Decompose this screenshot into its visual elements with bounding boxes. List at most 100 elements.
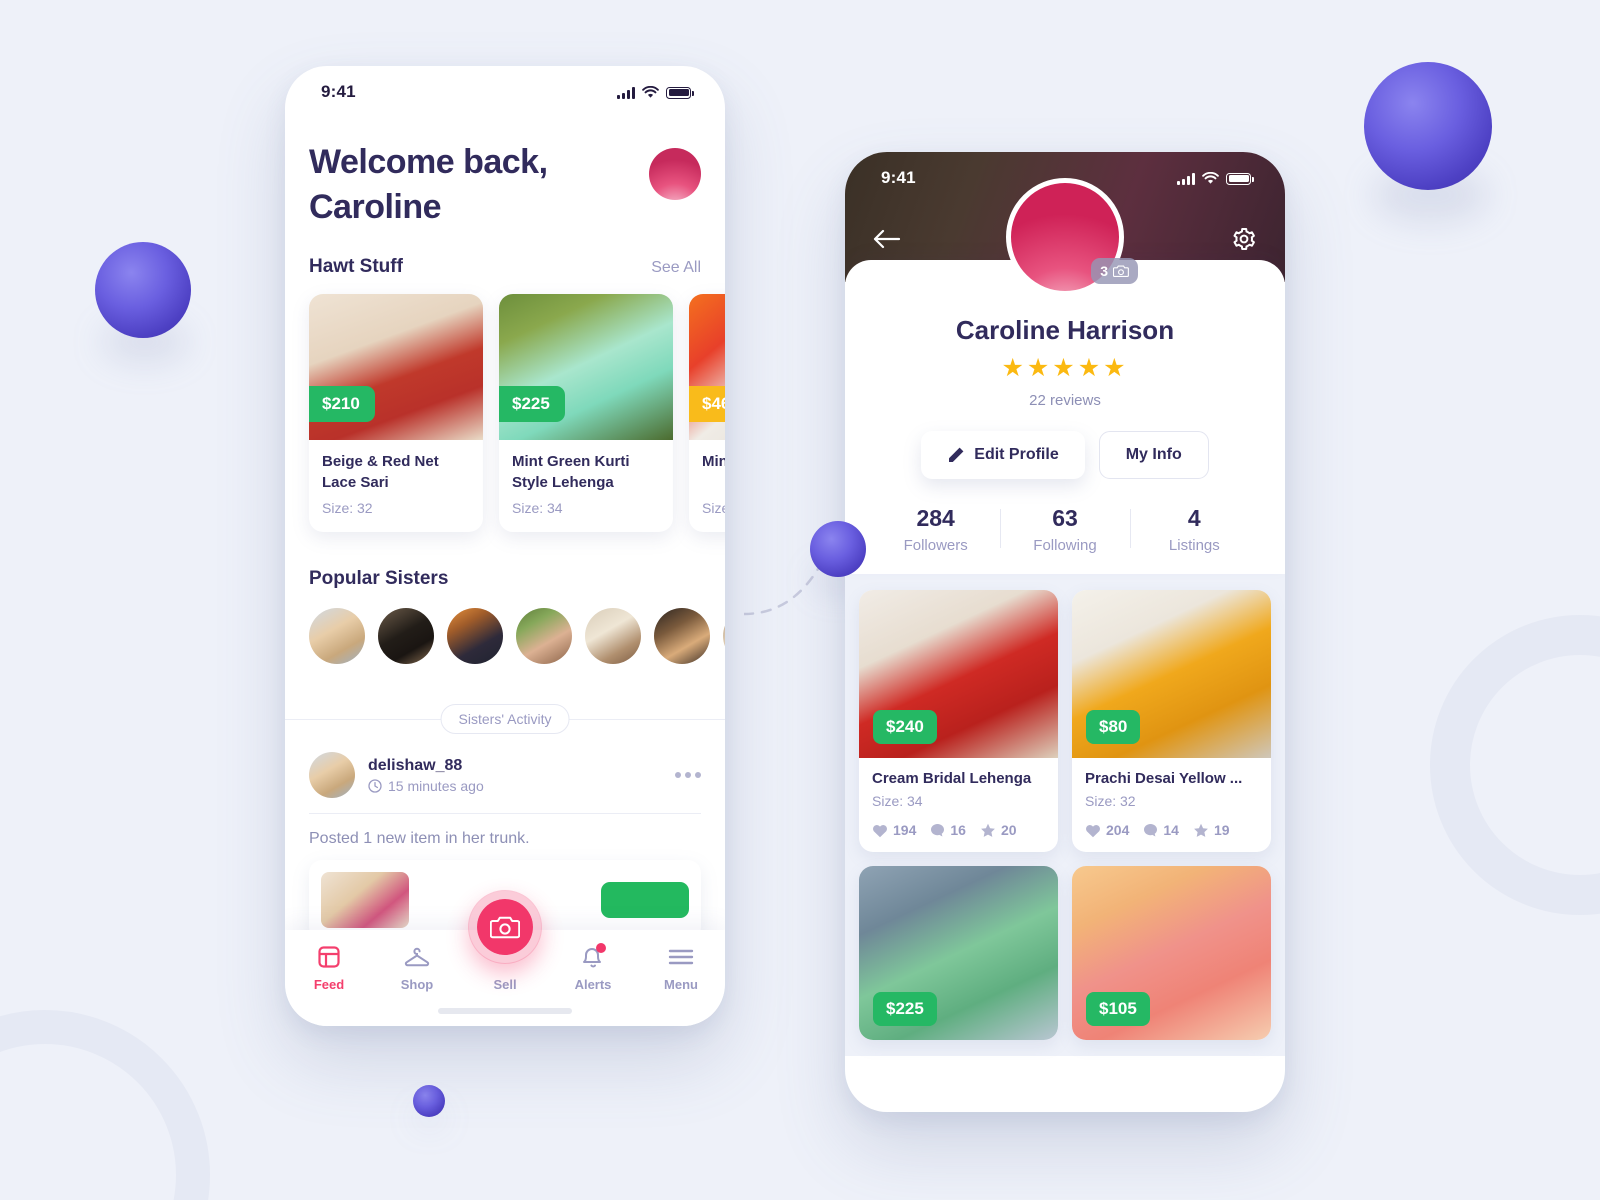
listing-card[interactable]: $105 (1072, 866, 1271, 1040)
sister-avatar[interactable] (447, 608, 503, 665)
user-avatar[interactable] (649, 148, 701, 200)
sister-avatar[interactable] (723, 608, 725, 665)
rating-stars: ★★★★★ (1001, 354, 1129, 382)
sister-avatar[interactable] (585, 608, 641, 665)
more-horizontal-icon[interactable] (675, 772, 701, 779)
gear-icon[interactable] (1231, 226, 1257, 252)
tab-shop[interactable]: Shop (373, 944, 461, 992)
battery-icon (666, 86, 694, 99)
decorative-sphere (1364, 62, 1492, 190)
popular-sisters-section-header: Popular Sisters (285, 542, 725, 602)
activity-item-thumbnail (321, 872, 409, 929)
tab-alerts[interactable]: Alerts (549, 943, 637, 992)
activity-header: delishaw_88 15 minutes ago (309, 752, 701, 799)
photo-count: 3 (1100, 263, 1108, 279)
reviews-count: 22 reviews (1029, 392, 1101, 409)
activity-username[interactable]: delishaw_88 (368, 757, 484, 775)
pencil-icon (949, 447, 964, 462)
listing-stats: 194 16 20 (872, 822, 1045, 838)
product-size: Size: 34 (512, 500, 563, 517)
sister-avatar[interactable] (309, 608, 365, 665)
tab-label: Shop (400, 977, 434, 992)
camera-icon (1113, 265, 1129, 277)
comment-icon (1144, 823, 1158, 836)
product-card[interactable]: $225 Mint Green Kurti Style Lehenga Size… (499, 294, 673, 533)
clock-icon (368, 779, 382, 793)
arrow-left-icon[interactable] (873, 228, 901, 250)
status-time: 9:41 (881, 168, 916, 187)
clothes-hanger-icon (404, 944, 430, 970)
stars-stat: 20 (980, 822, 1017, 838)
sister-avatar[interactable] (654, 608, 710, 665)
listing-card[interactable]: $240 Cream Bridal Lehenga Size: 34 194 1… (859, 590, 1058, 852)
page-title: Welcome back, Caroline (309, 143, 548, 227)
edit-profile-button[interactable]: Edit Profile (921, 431, 1085, 479)
listing-title: Cream Bridal Lehenga (872, 770, 1032, 787)
product-card[interactable]: $210 Beige & Red Net Lace Sari Size: 32 (309, 294, 483, 533)
product-image: $46 (689, 294, 725, 441)
tab-menu[interactable]: Menu (637, 944, 725, 992)
see-all-link[interactable]: See All (651, 259, 701, 277)
product-card[interactable]: $46 Min Hee Size (689, 294, 725, 533)
listing-card[interactable]: $80 Prachi Desai Yellow ... Size: 32 204… (1072, 590, 1271, 852)
price-badge: $240 (873, 710, 937, 744)
listing-image: $80 (1072, 590, 1271, 758)
listing-info: Prachi Desai Yellow ... Size: 32 204 14 … (1072, 758, 1271, 852)
decorative-ring (0, 1010, 210, 1200)
decorative-sphere (810, 521, 866, 577)
tab-label: Sell (493, 977, 517, 992)
product-info: Mint Green Kurti Style Lehenga Size: 34 (499, 440, 673, 532)
wifi-icon (642, 85, 659, 98)
my-info-label: My Info (1125, 446, 1182, 463)
sister-avatar[interactable] (378, 608, 434, 665)
profile-actions: Edit Profile My Info (845, 431, 1285, 479)
edit-profile-label: Edit Profile (974, 446, 1059, 463)
camera-icon (490, 916, 520, 939)
likes-stat: 194 (872, 822, 916, 838)
product-size: Size: 32 (322, 500, 373, 517)
star-icon (1194, 823, 1208, 837)
listing-image: $225 (859, 866, 1058, 1040)
decorative-sphere (95, 242, 191, 338)
price-badge: $46 (689, 386, 725, 423)
activity-user-avatar[interactable] (309, 752, 355, 799)
listing-size: Size: 34 (872, 793, 923, 809)
star-icon (981, 823, 995, 837)
likes-stat: 204 (1085, 822, 1129, 838)
bell-icon (581, 943, 606, 970)
stat-listings[interactable]: 4 Listings (1129, 505, 1259, 554)
price-badge: $80 (1086, 710, 1141, 744)
activity-timestamp: 15 minutes ago (368, 778, 484, 794)
cellular-signal-icon (1177, 172, 1195, 185)
alerts-badge (596, 943, 606, 953)
status-bar: 9:41 (285, 66, 725, 118)
photo-count-badge[interactable]: 3 (1091, 258, 1138, 284)
heart-icon (873, 824, 887, 837)
listings-grid: $240 Cream Bridal Lehenga Size: 34 194 1… (845, 574, 1285, 1056)
cellular-signal-icon (617, 86, 635, 99)
tab-label: Menu (664, 977, 698, 992)
tab-feed[interactable]: Feed (285, 944, 373, 992)
stat-following[interactable]: 63 Following (1000, 505, 1129, 554)
activity-action-button[interactable] (601, 882, 689, 919)
price-badge: $105 (1086, 992, 1150, 1026)
sister-avatar[interactable] (516, 608, 572, 665)
listing-info: Cream Bridal Lehenga Size: 34 194 16 20 (859, 758, 1058, 852)
tab-label: Alerts (574, 977, 612, 992)
stat-value: 4 (1187, 505, 1201, 531)
comments-stat: 14 (1143, 822, 1179, 838)
product-title: Beige & Red Net Lace Sari (322, 453, 439, 492)
my-info-button[interactable]: My Info (1098, 431, 1209, 479)
stat-value: 284 (916, 505, 955, 531)
stat-followers[interactable]: 284 Followers (871, 505, 1000, 554)
activity-divider-label: Sisters' Activity (440, 704, 570, 735)
listing-card[interactable]: $225 (859, 866, 1058, 1040)
product-carousel[interactable]: $210 Beige & Red Net Lace Sari Size: 32 … (285, 290, 725, 542)
sell-camera-fab[interactable] (468, 890, 542, 964)
bottom-tab-bar: Feed Shop Sell Alerts Menu (285, 890, 725, 1026)
product-image: $225 (499, 294, 673, 441)
home-indicator (438, 1008, 572, 1014)
stat-label: Following (1033, 537, 1097, 554)
listing-image: $105 (1072, 866, 1271, 1040)
sisters-avatar-list[interactable] (285, 602, 725, 665)
